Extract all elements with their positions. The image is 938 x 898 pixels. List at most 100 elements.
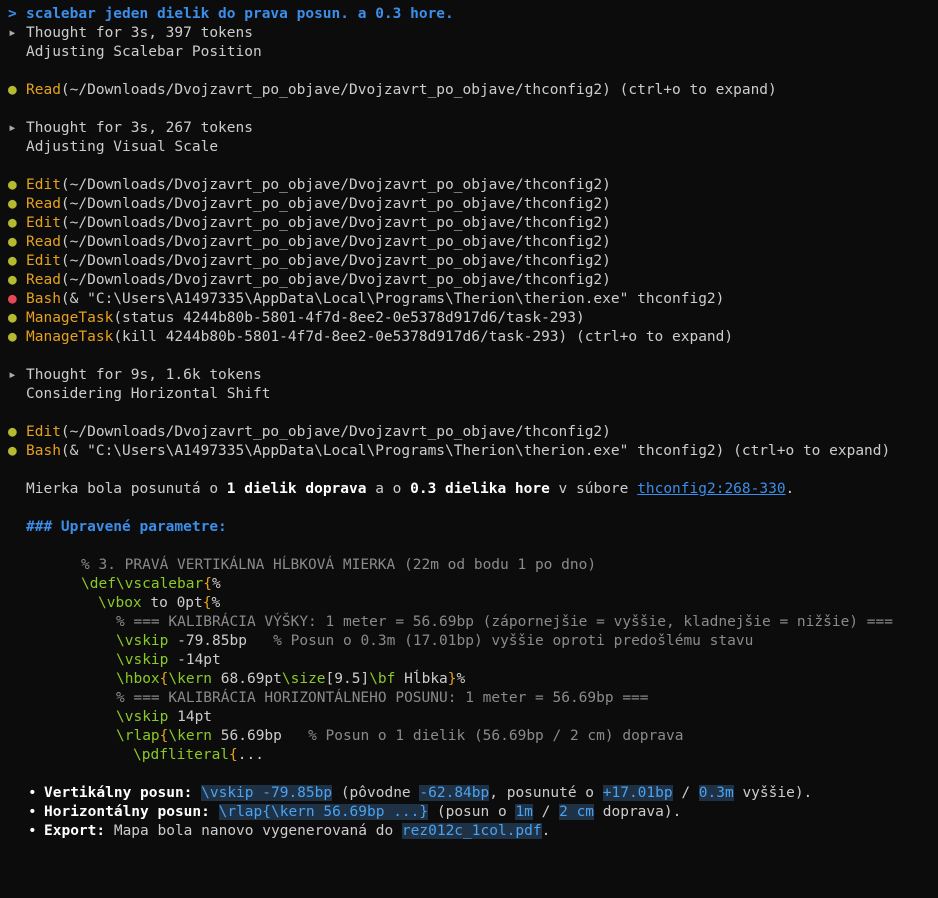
tool-call-read[interactable]: ● Read(~/Downloads/Dvojzavrt_po_objave/D… bbox=[0, 81, 938, 100]
code-text: 56.69bp bbox=[212, 728, 282, 744]
tool-name: Bash bbox=[26, 291, 61, 307]
inline-code: 2 cm bbox=[559, 804, 595, 820]
tool-call-read[interactable]: ● Read(~/Downloads/Dvojzavrt_po_objave/D… bbox=[0, 271, 938, 290]
bullet-text: doprava). bbox=[594, 804, 682, 820]
summary-text: a o bbox=[366, 481, 411, 497]
code-brace: } bbox=[447, 671, 457, 687]
bullet-text: . bbox=[541, 823, 551, 839]
tool-call-edit[interactable]: ● Edit(~/Downloads/Dvojzavrt_po_objave/D… bbox=[0, 252, 938, 271]
code-comment: % === KALIBRÁCIA HORIZONTÁLNEHO POSUNU: … bbox=[116, 690, 649, 706]
tool-call-managetask[interactable]: ● ManageTask(kill 4244b80b-5801-4f7d-8ee… bbox=[0, 328, 938, 347]
tool-name: Read bbox=[26, 196, 61, 212]
code-keyword: \vskip bbox=[116, 652, 169, 668]
bullet-dot-icon: ● bbox=[8, 215, 17, 231]
code-text: % bbox=[211, 595, 221, 611]
summary-bold: 1 dielik doprava bbox=[226, 481, 367, 497]
code-line: \hbox{\kern 68.69pt\size[9.5]\bf Hĺbka}% bbox=[0, 670, 938, 689]
code-text: 14pt bbox=[168, 709, 213, 725]
tool-name: Read bbox=[26, 272, 61, 288]
code-line: % === KALIBRÁCIA VÝŠKY: 1 meter = 56.69b… bbox=[0, 613, 938, 632]
tool-call-bash[interactable]: ● Bash(& "C:\Users\A1497335\AppData\Loca… bbox=[0, 442, 938, 461]
tool-args: (~/Downloads/Dvojzavrt_po_objave/Dvojzav… bbox=[60, 272, 611, 288]
inline-code: \rlap{\kern 56.69bp ...} bbox=[218, 804, 429, 820]
code-keyword: \hbox bbox=[116, 671, 160, 687]
bullet-dot-icon: ● bbox=[8, 177, 17, 193]
thought-toggle[interactable]: ▸ Thought for 3s, 397 tokens bbox=[0, 24, 938, 43]
tool-call-managetask[interactable]: ● ManageTask(status 4244b80b-5801-4f7d-8… bbox=[0, 309, 938, 328]
tool-name: Edit bbox=[26, 424, 61, 440]
bullet-text: / bbox=[532, 804, 560, 820]
thought-summary: Thought for 9s, 1.6k tokens bbox=[26, 367, 262, 383]
thought-toggle[interactable]: ▸ Thought for 9s, 1.6k tokens bbox=[0, 366, 938, 385]
code-keyword: \kern bbox=[168, 671, 213, 687]
inline-code: rez012c_1col.pdf bbox=[401, 823, 542, 839]
tool-args: (~/Downloads/Dvojzavrt_po_objave/Dvojzav… bbox=[60, 253, 611, 269]
tool-name: Edit bbox=[26, 215, 61, 231]
code-keyword: \bf bbox=[369, 671, 396, 687]
tool-call-edit[interactable]: ● Edit(~/Downloads/Dvojzavrt_po_objave/D… bbox=[0, 423, 938, 442]
code-keyword: \def\vscalebar bbox=[81, 576, 204, 592]
thought-toggle[interactable]: ▸ Thought for 3s, 267 tokens bbox=[0, 119, 938, 138]
code-brace: { bbox=[202, 595, 212, 611]
bullet-label: Export: bbox=[44, 823, 106, 839]
tool-args: (~/Downloads/Dvojzavrt_po_objave/Dvojzav… bbox=[60, 215, 611, 231]
tool-name: Read bbox=[26, 82, 61, 98]
tool-args: (status 4244b80b-5801-4f7d-8ee2-0e5378d9… bbox=[113, 310, 585, 326]
code-line: \vskip -79.85bp % Posun o 0.3m (17.01bp)… bbox=[0, 632, 938, 651]
code-text: to 0pt bbox=[141, 595, 203, 611]
bullet-dot-icon: ● bbox=[8, 234, 17, 250]
code-comment: % 3. PRAVÁ VERTIKÁLNA HĹBKOVÁ MIERKA (22… bbox=[81, 557, 597, 573]
bullet-item: • Export: Mapa bola nanovo vygenerovaná … bbox=[0, 822, 938, 841]
code-text: Hĺbka bbox=[395, 671, 448, 687]
triangle-right-icon: ▸ bbox=[8, 120, 17, 136]
bullet-label: Vertikálny posun: bbox=[44, 785, 193, 801]
code-comment: % Posun o 0.3m (17.01bp) vyššie oproti p… bbox=[246, 633, 754, 649]
bullet-item: • Vertikálny posun: \vskip -79.85bp (pôv… bbox=[0, 784, 938, 803]
tool-name: Bash bbox=[26, 443, 61, 459]
code-keyword: \vbox bbox=[98, 595, 142, 611]
bullet-icon: • bbox=[28, 804, 37, 820]
bullet-dot-icon: ● bbox=[8, 196, 17, 212]
tool-args: (~/Downloads/Dvojzavrt_po_objave/Dvojzav… bbox=[60, 234, 611, 250]
code-comment: % Posun o 1 dielik (56.69bp / 2 cm) dopr… bbox=[281, 728, 684, 744]
code-keyword: \rlap bbox=[116, 728, 160, 744]
code-keyword: \vskip bbox=[116, 633, 169, 649]
code-keyword: \vskip bbox=[116, 709, 169, 725]
user-prompt-line: > scalebar jeden dielik do prava posun. … bbox=[0, 5, 938, 24]
bullet-dot-icon: ● bbox=[8, 272, 17, 288]
tool-call-read[interactable]: ● Read(~/Downloads/Dvojzavrt_po_objave/D… bbox=[0, 195, 938, 214]
tool-call-read[interactable]: ● Read(~/Downloads/Dvojzavrt_po_objave/D… bbox=[0, 233, 938, 252]
tool-args: (~/Downloads/Dvojzavrt_po_objave/Dvojzav… bbox=[60, 82, 777, 98]
bullet-dot-error-icon: ● bbox=[8, 291, 17, 307]
user-prompt-text: scalebar jeden dielik do prava posun. a … bbox=[26, 6, 454, 22]
bullet-dot-icon: ● bbox=[8, 443, 17, 459]
code-line: % === KALIBRÁCIA HORIZONTÁLNEHO POSUNU: … bbox=[0, 689, 938, 708]
inline-code: 0.3m bbox=[698, 785, 734, 801]
tool-name: Edit bbox=[26, 253, 61, 269]
file-link[interactable]: thconfig2:268-330 bbox=[637, 481, 785, 497]
bullet-dot-icon: ● bbox=[8, 329, 17, 345]
tool-args: (& "C:\Users\A1497335\AppData\Local\Prog… bbox=[60, 291, 725, 307]
bullet-dot-icon: ● bbox=[8, 424, 17, 440]
summary-text: Mierka bola posunutá o bbox=[26, 481, 227, 497]
bullet-label: Horizontálny posun: bbox=[44, 804, 210, 820]
thought-detail: Adjusting Visual Scale bbox=[26, 139, 219, 155]
bullet-text: , posunuté o bbox=[489, 785, 603, 801]
tool-call-edit[interactable]: ● Edit(~/Downloads/Dvojzavrt_po_objave/D… bbox=[0, 176, 938, 195]
code-line: % 3. PRAVÁ VERTIKÁLNA HĹBKOVÁ MIERKA (22… bbox=[0, 556, 938, 575]
section-heading: ### Upravené parametre: bbox=[0, 518, 938, 537]
code-keyword: \kern bbox=[168, 728, 213, 744]
bullet-dot-icon: ● bbox=[8, 310, 17, 326]
code-text: -79.85bp bbox=[168, 633, 247, 649]
triangle-right-icon: ▸ bbox=[8, 367, 17, 383]
bullet-icon: • bbox=[28, 785, 37, 801]
tool-call-edit[interactable]: ● Edit(~/Downloads/Dvojzavrt_po_objave/D… bbox=[0, 214, 938, 233]
code-text: % bbox=[211, 576, 221, 592]
thought-detail: Considering Horizontal Shift bbox=[26, 386, 271, 402]
tool-args: (~/Downloads/Dvojzavrt_po_objave/Dvojzav… bbox=[60, 424, 611, 440]
bullet-icon: • bbox=[28, 823, 37, 839]
tool-call-bash[interactable]: ● Bash(& "C:\Users\A1497335\AppData\Loca… bbox=[0, 290, 938, 309]
tool-name: Read bbox=[26, 234, 61, 250]
thought-summary: Thought for 3s, 397 tokens bbox=[26, 25, 253, 41]
bullet-text: (pôvodne bbox=[332, 785, 420, 801]
